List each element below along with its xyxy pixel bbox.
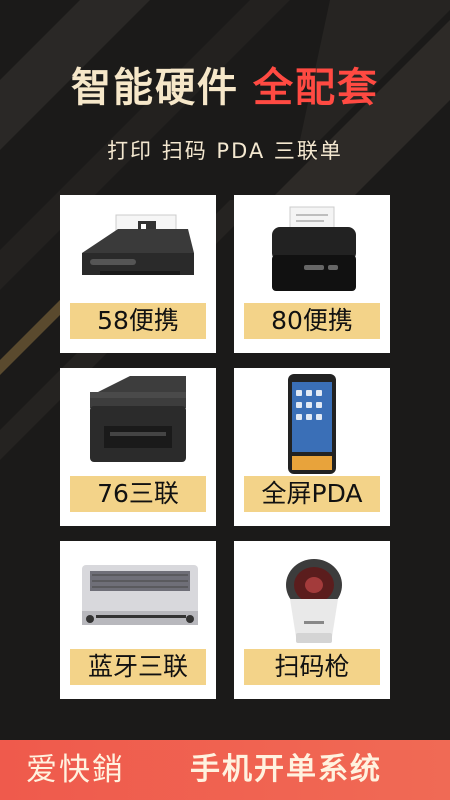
- barcode-scanner-icon: [286, 559, 342, 643]
- thermal-printer-80-icon: [272, 206, 356, 291]
- subheadline: 打印 扫码 PDA 三联单: [107, 139, 343, 163]
- product-card-scanner[interactable]: 扫码枪: [234, 541, 390, 699]
- product-label: 蓝牙三联: [70, 649, 206, 685]
- dot-matrix-printer-76-icon: [90, 376, 186, 462]
- bluetooth-dot-matrix-printer-icon: [82, 565, 198, 625]
- headline-accent: 全配套: [253, 65, 379, 111]
- product-card-pda[interactable]: 全屏PDA: [234, 368, 390, 526]
- product-label: 80便携: [244, 303, 380, 339]
- headline: 智能硬件 全配套: [0, 62, 450, 114]
- product-card-80[interactable]: 80便携: [234, 195, 390, 353]
- headline-main: 智能硬件: [71, 65, 239, 111]
- pda-device-icon: [288, 374, 336, 474]
- thermal-printer-58-icon: [82, 214, 194, 275]
- product-card-76[interactable]: 76三联: [60, 368, 216, 526]
- product-card-bluetooth[interactable]: 蓝牙三联: [60, 541, 216, 699]
- footer-bar: 爱快銷 手机开单系统: [0, 740, 450, 800]
- brand-name: 爱快銷: [26, 752, 125, 788]
- product-label: 扫码枪: [244, 649, 380, 685]
- product-label: 全屏PDA: [244, 476, 380, 512]
- product-card-58[interactable]: 58便携: [60, 195, 216, 353]
- slogan-text: 手机开单系统: [190, 752, 382, 787]
- product-label: 58便携: [70, 303, 206, 339]
- product-label: 76三联: [70, 476, 206, 512]
